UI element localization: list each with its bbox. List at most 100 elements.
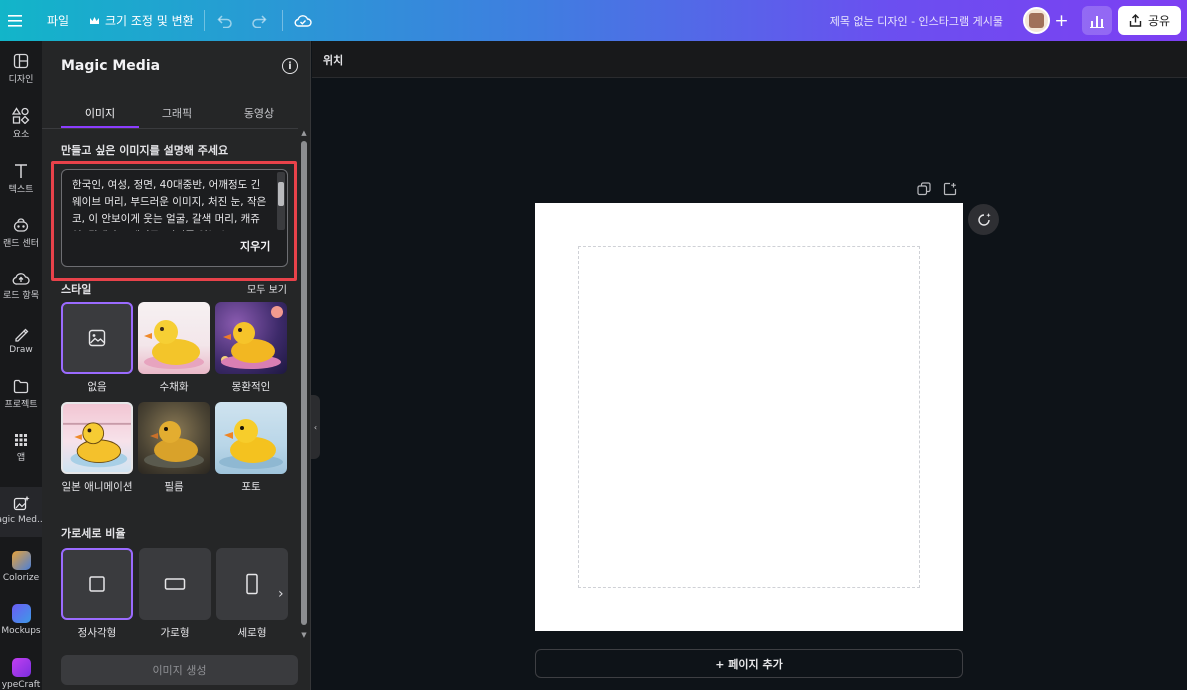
rail-item-brand[interactable]: 랜드 센터	[0, 217, 42, 263]
file-menu[interactable]: 파일	[47, 0, 69, 41]
style-tile-none[interactable]	[61, 302, 133, 374]
apps-icon	[15, 434, 27, 446]
rail-item-label: 디자인	[8, 75, 34, 85]
ratio-tile-portrait[interactable]	[216, 548, 288, 620]
rail-item-elements[interactable]: 요소	[0, 107, 42, 153]
style-tile-watercolor[interactable]	[138, 302, 210, 374]
clear-button[interactable]: 지우기	[240, 238, 270, 254]
scroll-up-icon[interactable]: ▲	[300, 129, 308, 137]
prompt-text[interactable]: 한국인, 여성, 정면, 40대중반, 어깨정도 긴 웨이브 머리, 부드러운 …	[72, 177, 272, 231]
style-tile-photo[interactable]	[215, 402, 287, 474]
redo-icon	[252, 14, 267, 28]
invite-button[interactable]: +	[1050, 9, 1073, 32]
info-icon[interactable]: i	[282, 58, 298, 74]
generate-image-button[interactable]: 이미지 생성	[61, 655, 298, 685]
safe-area-guide	[578, 246, 920, 588]
share-icon	[1129, 14, 1142, 27]
refresh-sparkle-icon	[977, 212, 991, 226]
chevron-left-icon: ‹	[313, 422, 318, 432]
upload-icon	[12, 273, 30, 285]
rail-item-magic-media[interactable]: agic Med...	[0, 487, 42, 537]
rail-item-label: 앱	[16, 453, 26, 463]
rail-item-uploads[interactable]: 로드 항목	[0, 271, 42, 317]
rail-item-mockups[interactable]: Mockups	[0, 604, 42, 650]
resize-label: 크기 조정 및 변환	[105, 14, 194, 28]
portrait-icon	[246, 573, 258, 595]
ratio-tile-square[interactable]	[61, 548, 133, 620]
add-page-button[interactable]: + 페이지 추가	[535, 649, 963, 678]
tab-video[interactable]: 동영상	[220, 98, 298, 128]
panel-scrollbar[interactable]: ▲ ▼	[300, 129, 308, 639]
add-page-icon[interactable]	[943, 182, 957, 196]
prompt-textarea[interactable]: 한국인, 여성, 정면, 40대중반, 어깨정도 긴 웨이브 머리, 부드러운 …	[61, 169, 288, 267]
duplicate-page-icon[interactable]	[917, 182, 931, 196]
panel-title: Magic Media	[61, 58, 161, 74]
square-icon	[89, 576, 105, 592]
share-label: 공유	[1147, 14, 1171, 28]
rail-item-apps[interactable]: 앱	[0, 433, 42, 479]
image-icon	[88, 329, 106, 347]
redo-button[interactable]	[251, 0, 267, 41]
tab-graphic[interactable]: 그래픽	[138, 98, 216, 128]
chevron-right-icon[interactable]: ›	[278, 586, 284, 602]
see-all-link[interactable]: 모두 보기	[247, 281, 287, 296]
scroll-down-icon[interactable]: ▼	[300, 631, 308, 639]
rail-item-label: Draw	[9, 345, 33, 355]
style-tile-dreamy[interactable]	[215, 302, 287, 374]
scrollbar-thumb[interactable]	[301, 141, 307, 625]
prompt-scrollbar[interactable]	[277, 172, 285, 230]
position-button[interactable]: 위치	[323, 52, 343, 68]
ai-suggest-button[interactable]	[968, 204, 999, 235]
ratio-label-square: 정사각형	[77, 627, 117, 639]
context-toolbar: 위치	[312, 41, 1187, 78]
rail-item-draw[interactable]: Draw	[0, 326, 42, 372]
app-root: 파일 크기 조정 및 변환 제목 없는 디자인 - 인스타그램 게시물 + 공유	[0, 0, 1187, 690]
tabs-divider	[42, 128, 298, 129]
tab-image[interactable]: 이미지	[61, 98, 139, 128]
prompt-scrollbar-thumb[interactable]	[278, 182, 284, 206]
rail-item-typecraft[interactable]: ypeCraft	[0, 658, 42, 690]
cloud-save-button[interactable]	[294, 0, 312, 41]
design-title[interactable]: 제목 없는 디자인 - 인스타그램 게시물	[830, 0, 1003, 41]
resize-button[interactable]: 크기 조정 및 변환	[89, 0, 194, 41]
rail-item-label: Mockups	[1, 626, 41, 636]
style-tile-anime[interactable]	[61, 402, 133, 474]
rail-item-label: agic Med...	[0, 515, 42, 525]
crown-icon	[90, 16, 99, 24]
magic-media-panel: Magic Media i 이미지 그래픽 동영상 ▲ ▼ 만들고 싶은 이미지…	[42, 41, 311, 690]
rail-item-label: 로드 항목	[3, 291, 39, 301]
rail-item-projects[interactable]: 프로젝트	[0, 379, 42, 425]
style-tile-film[interactable]	[138, 402, 210, 474]
draw-icon	[15, 328, 29, 342]
ratio-label: 가로세로 비율	[61, 527, 126, 540]
design-page[interactable]	[535, 203, 963, 631]
duck-image	[219, 419, 283, 469]
insights-button[interactable]	[1082, 6, 1112, 35]
rail-item-colorize[interactable]: Colorize	[0, 551, 42, 597]
rail-item-design[interactable]: 디자인	[0, 53, 42, 99]
ratio-label-portrait: 세로형	[237, 627, 267, 639]
prompt-label: 만들고 싶은 이미지를 설명해 주세요	[61, 144, 229, 157]
ratio-tile-landscape[interactable]	[139, 548, 211, 620]
collapse-panel-handle[interactable]: ‹	[311, 395, 320, 459]
undo-button[interactable]	[217, 0, 233, 41]
magic-media-icon	[13, 495, 30, 511]
left-rail: 디자인 요소 텍스트 랜드 센터 로드 항목 Draw 프로젝트 앱 gic M…	[0, 41, 42, 690]
avatar[interactable]	[1023, 7, 1050, 34]
style-label-dreamy: 몽환적인	[231, 381, 271, 393]
style-label-photo: 포토	[241, 481, 261, 493]
media-tabs: 이미지 그래픽 동영상	[42, 98, 311, 128]
toolbar-divider	[282, 10, 283, 31]
typecraft-icon	[11, 658, 31, 677]
share-button[interactable]: 공유	[1118, 6, 1181, 35]
menu-button[interactable]	[8, 0, 22, 41]
mockups-icon	[11, 604, 31, 623]
top-bar: 파일 크기 조정 및 변환 제목 없는 디자인 - 인스타그램 게시물 + 공유	[0, 0, 1187, 41]
rail-item-text[interactable]: 텍스트	[0, 163, 42, 209]
cloud-icon	[294, 15, 312, 27]
rail-item-label: 랜드 센터	[3, 239, 39, 249]
shapes-icon	[12, 107, 30, 124]
colorize-icon	[11, 551, 31, 570]
text-icon	[15, 164, 27, 178]
bar-chart-icon	[1090, 15, 1104, 28]
